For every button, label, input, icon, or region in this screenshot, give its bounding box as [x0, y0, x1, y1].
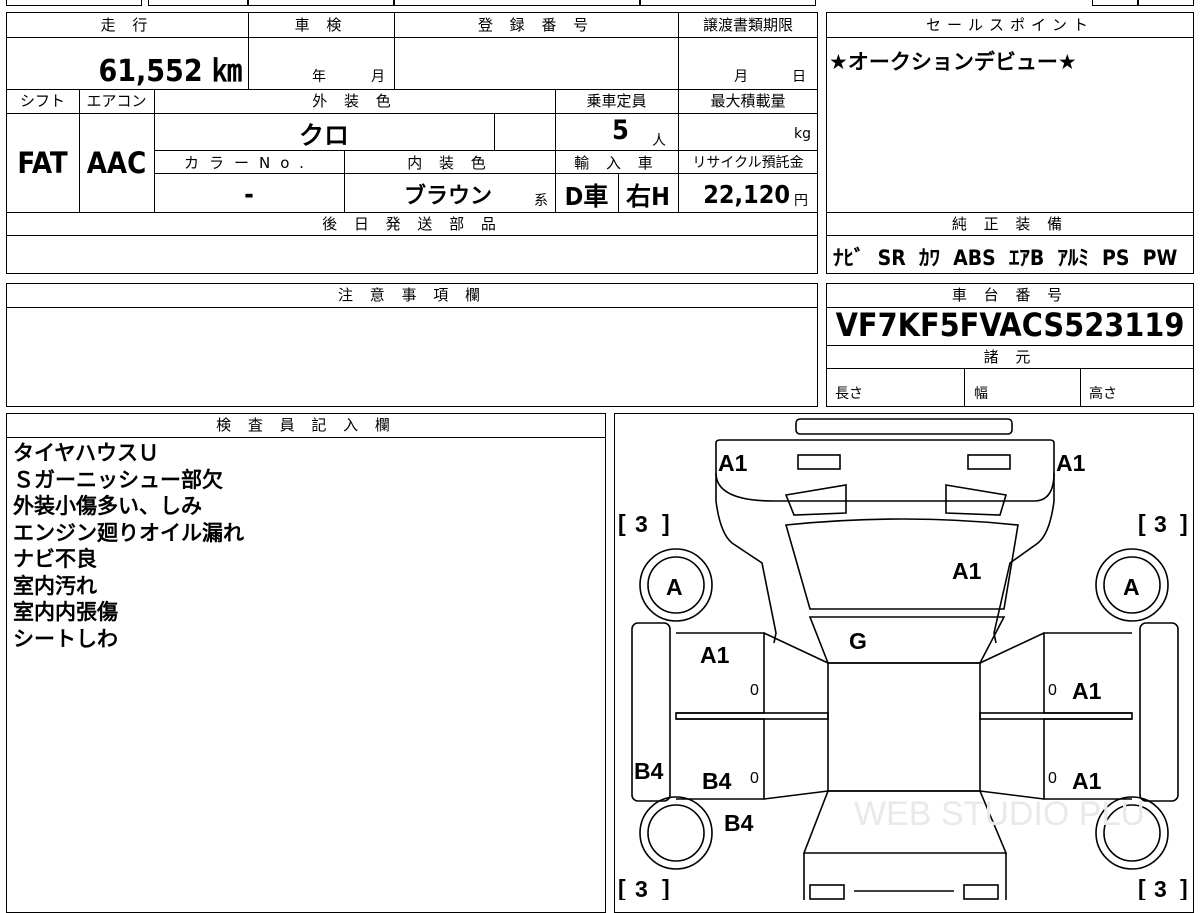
load-unit: kg	[794, 126, 811, 142]
registration-header: 登 録 番 号	[477, 16, 595, 34]
mileage-value: 61,552 ㎞	[98, 54, 242, 89]
tire-grade-rr: 3	[1154, 876, 1167, 900]
caution-notes-header: 注 意 事 項 欄	[337, 286, 487, 304]
inspector-notes-header: 検 査 員 記 入 欄	[216, 416, 396, 434]
shift-value: FAT	[17, 146, 68, 180]
tire-grade-front-left-close: ]	[662, 510, 670, 536]
svg-text:]: ]	[662, 875, 670, 900]
door-zero: 0	[750, 770, 759, 787]
recycle-header: リサイクル預託金	[692, 155, 804, 171]
specs-header: 諸 元	[983, 348, 1037, 366]
interior-color-suffix: 系	[534, 193, 548, 209]
inspector-note: 外装小傷多い、しみ	[13, 494, 202, 518]
genuine-equipment-header: 純 正 装 備	[951, 215, 1069, 233]
top-strip-cell-1	[6, 0, 142, 6]
svg-text:[: [	[1138, 875, 1146, 900]
spec-length-label: 長さ	[835, 386, 863, 402]
chassis-no-header: 車 台 番 号	[951, 286, 1069, 304]
mark-wheel-front-right: A	[1123, 574, 1140, 600]
color-no-value: -	[244, 180, 254, 210]
tire-grade-rl: 3	[635, 876, 648, 900]
inspector-note: エンジン廻りオイル漏れ	[13, 520, 244, 545]
svg-text:[: [	[618, 875, 626, 900]
interior-color-value: ブラウン	[404, 184, 493, 209]
top-strip-cell-6	[1092, 0, 1138, 6]
color-no-header: カラーNo.	[184, 154, 314, 172]
mark-front-left-corner: A1	[718, 450, 748, 476]
inspection-month: 月	[371, 69, 385, 85]
inspector-notes-list: タイヤハウスＵ Ｓガーニッシュー部欠 外装小傷多い、しみ エンジン廻りオイル漏れ…	[13, 440, 244, 652]
mark-front-door-left: A1	[700, 642, 730, 668]
transfer-day: 日	[792, 69, 806, 85]
tire-grade-front-left: [	[618, 510, 626, 536]
mark-rear-door-left: B4	[702, 768, 732, 794]
sales-point-header: セールスポイント	[925, 16, 1094, 34]
svg-text:]: ]	[1180, 875, 1188, 900]
inspector-note: タイヤハウスＵ	[13, 441, 159, 465]
aircon-value: AAC	[86, 146, 147, 180]
transfer-month: 月	[734, 69, 748, 85]
watermark: WEB STUDIO PLU	[854, 795, 1145, 833]
inspection-header: 車 検	[294, 16, 348, 34]
mark-left-side-rear: B4	[634, 758, 664, 784]
sales-point-text: ★オークションデビュー★	[829, 50, 1077, 74]
tire-grade-fl: 3	[635, 511, 648, 537]
import-header: 輸 入 車	[574, 154, 659, 172]
mark-rear-door-right: A1	[1072, 768, 1102, 794]
top-strip-cell-3	[248, 0, 394, 6]
shift-header: シフト	[19, 92, 65, 110]
max-load-header: 最大積載量	[710, 92, 786, 110]
inspector-note: 室内汚れ	[13, 573, 97, 598]
genuine-equipment-list: ﾅﾋﾞ SR ｶﾜ ABS ｴｱB ｱﾙﾐ PS PW	[833, 246, 1178, 270]
door-zero: 0	[750, 682, 759, 699]
inspector-note: シートしわ	[13, 626, 118, 651]
svg-text:[: [	[1138, 510, 1146, 536]
mark-left-rear-fender: B4	[724, 810, 754, 836]
top-strip-cell-4	[394, 0, 640, 6]
top-strip-cell-2	[148, 0, 248, 6]
top-strip-cell-7	[1138, 0, 1194, 6]
mileage-header: 走 行	[100, 16, 154, 34]
spec-width-label: 幅	[974, 386, 988, 402]
inspector-note: Ｓガーニッシュー部欠	[13, 467, 223, 492]
svg-text:]: ]	[1180, 510, 1188, 536]
door-zero: 0	[1048, 682, 1057, 699]
interior-color-header: 内 装 色	[407, 154, 492, 172]
mark-front-right-corner: A1	[1056, 450, 1086, 476]
inspector-note: ナビ不良	[13, 547, 97, 571]
capacity-header: 乗車定員	[586, 92, 647, 110]
exterior-color-header: 外 装 色	[312, 92, 397, 110]
door-zero: 0	[1048, 770, 1057, 787]
recycle-fee-value: 22,120	[703, 180, 790, 209]
mark-windshield: G	[849, 628, 867, 654]
top-strip-cell-5	[640, 0, 816, 6]
recycle-fee-unit: 円	[794, 193, 808, 209]
capacity-value: 5	[612, 115, 629, 146]
chassis-no-value: VF7KF5FVACS523119	[835, 306, 1185, 344]
transfer-deadline-header: 譲渡書類期限	[702, 16, 793, 34]
tire-grade-fr: 3	[1154, 511, 1167, 537]
spec-height-label: 高さ	[1089, 386, 1117, 402]
inspection-year: 年	[312, 69, 326, 85]
import-drive: D車	[564, 182, 609, 211]
capacity-unit: 人	[652, 133, 666, 149]
mark-front-door-right: A1	[1072, 678, 1102, 704]
car-condition-diagram: [ ] [ ] [ ] [ ] 3 3 3 3 A1 A1 A1 A A G A…	[618, 418, 1188, 900]
aircon-header: エアコン	[86, 92, 147, 110]
mark-wheel-front-left: A	[666, 574, 683, 600]
mark-hood: A1	[952, 558, 982, 584]
exterior-color-value: クロ	[298, 121, 349, 150]
import-handle: 右H	[626, 182, 670, 211]
inspector-note: 室内内張傷	[13, 600, 118, 624]
later-parts-header: 後 日 発 送 部 品	[322, 215, 502, 233]
